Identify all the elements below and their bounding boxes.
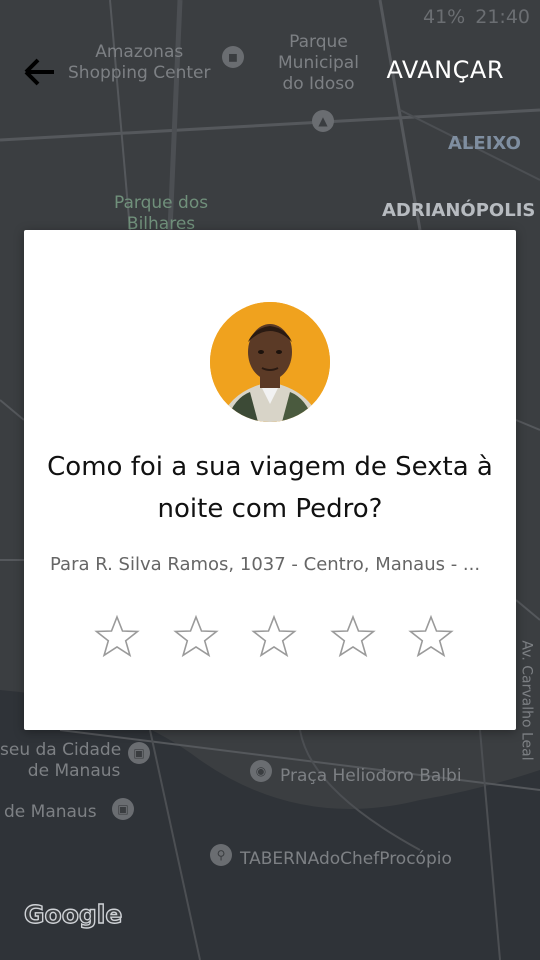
map-label-manaus: de Manaus [4, 802, 97, 822]
park-pin-icon: ▲ [312, 110, 334, 132]
clock-text: 21:40 [475, 6, 530, 28]
rating-question: Como foi a sua viagem de Sexta à noite c… [47, 452, 493, 524]
star-icon-2[interactable] [172, 614, 219, 660]
status-bar: 41% 21:40 [423, 6, 530, 28]
map-label-museu: seu da Cidade de Manaus [0, 740, 122, 781]
map-label-taberna: TABERNAdoChefProcópio [240, 849, 452, 869]
map-label-parque-bilhares: Parque dos Bilhares [114, 193, 209, 234]
driver-avatar [210, 302, 330, 422]
museum-pin-icon: ▣ [128, 742, 150, 764]
star-icon-3[interactable] [251, 614, 297, 660]
star-rating [94, 614, 454, 660]
advance-button[interactable]: AVANÇAR [387, 56, 505, 84]
destination-address: Para R. Silva Ramos, 1037 - Centro, Mana… [50, 554, 481, 575]
museum2-pin-icon: ▣ [112, 798, 134, 820]
google-logo: Google [23, 899, 123, 929]
star-icon-5[interactable] [408, 614, 454, 660]
map-label-aleixo: ALEIXO [448, 133, 521, 154]
map-label-praca-heliodoro: Praça Heliodoro Balbi [280, 766, 462, 786]
map-label-adrianopolis: ADRIANÓPOLIS [382, 200, 536, 221]
star-icon-1[interactable] [94, 614, 140, 660]
star-icon-4[interactable] [329, 614, 376, 660]
map-label-carvalho-leal: Av. Carvalho Leal [518, 640, 535, 761]
restaurant-pin-icon: ⚲ [210, 844, 232, 866]
top-bar: AVANÇAR [0, 52, 540, 92]
battery-text: 41% [423, 6, 466, 28]
back-arrow-icon[interactable] [22, 54, 62, 90]
camera-pin-icon: ◉ [250, 760, 272, 782]
rating-card: Como foi a sua viagem de Sexta à noite c… [24, 230, 516, 730]
